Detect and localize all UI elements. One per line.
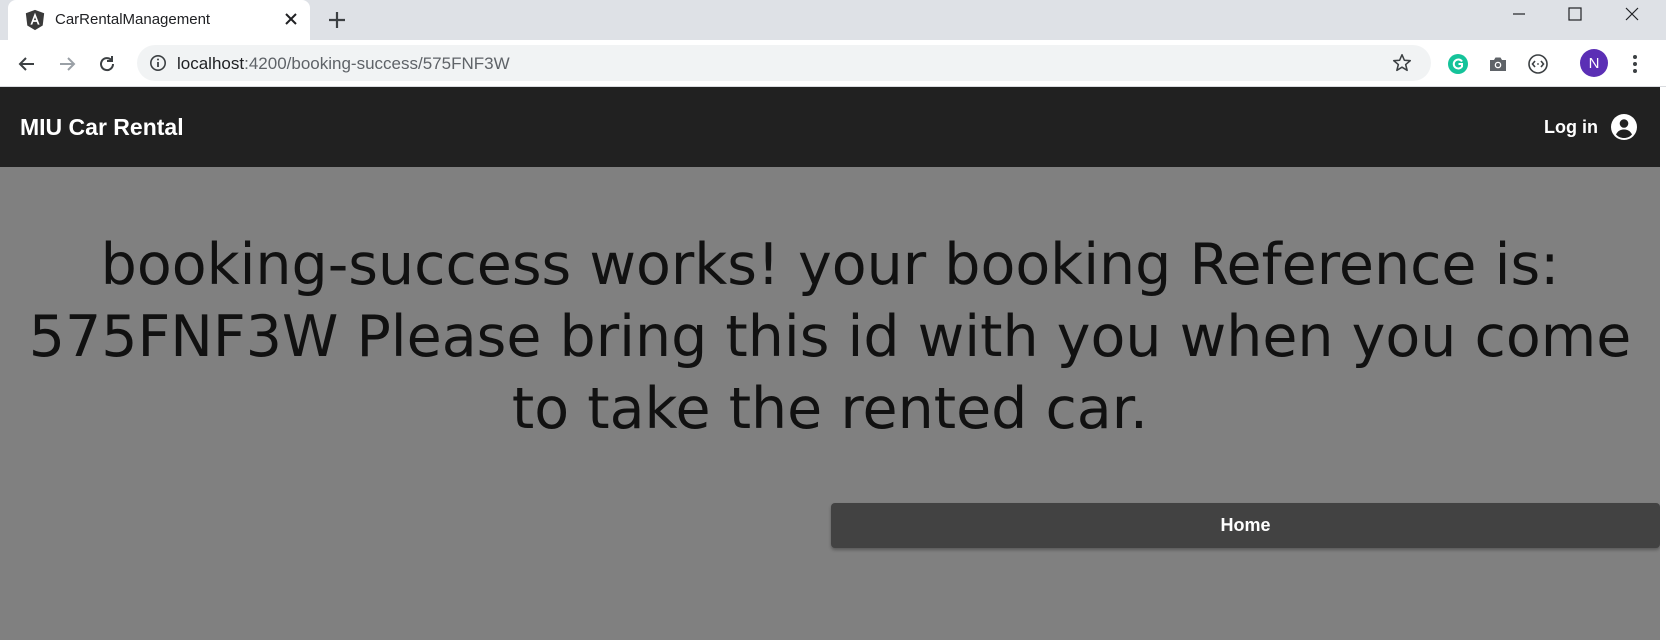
close-icon[interactable] <box>280 8 302 30</box>
window-close-icon <box>1625 7 1639 21</box>
account-circle-icon[interactable] <box>1610 113 1638 141</box>
minimize-button[interactable] <box>1491 0 1547 28</box>
app-title[interactable]: MIU Car Rental <box>20 114 184 141</box>
window-edge <box>1660 87 1666 640</box>
profile-avatar[interactable]: N <box>1580 49 1608 77</box>
grammarly-extension[interactable] <box>1446 52 1470 76</box>
address-bar[interactable]: localhost:4200/booking-success/575FNF3W <box>137 45 1431 81</box>
window-close-button[interactable] <box>1604 0 1660 28</box>
forward-button[interactable] <box>54 51 80 77</box>
url-host: localhost <box>177 54 245 73</box>
tab-title: CarRentalManagement <box>55 11 211 28</box>
browser-tabstrip: CarRentalManagement <box>0 0 1666 40</box>
forward-arrow-icon <box>60 57 76 71</box>
main-content: booking-success works! your booking Refe… <box>0 167 1660 640</box>
kebab-menu-icon <box>1633 55 1637 73</box>
reload-button[interactable] <box>94 51 120 77</box>
code-icon <box>1528 54 1548 74</box>
minimize-icon <box>1513 13 1525 15</box>
browser-tab[interactable]: CarRentalManagement <box>8 0 310 40</box>
back-button[interactable] <box>14 51 40 77</box>
home-button[interactable]: Home <box>831 503 1660 548</box>
browser-menu-button[interactable] <box>1623 52 1647 76</box>
plus-icon[interactable] <box>325 8 349 32</box>
booking-success-message: booking-success works! your booking Refe… <box>28 232 1632 442</box>
url-path: :4200/booking-success/575FNF3W <box>244 54 510 73</box>
code-extension[interactable] <box>1526 52 1550 76</box>
info-icon[interactable] <box>149 54 167 72</box>
app-header: MIU Car Rental Log in <box>0 87 1660 167</box>
reload-icon <box>100 56 115 72</box>
grammarly-icon <box>1448 54 1468 74</box>
camera-icon <box>1490 57 1506 71</box>
back-arrow-icon <box>18 57 34 71</box>
angular-icon <box>25 9 45 31</box>
camera-extension[interactable] <box>1486 52 1510 76</box>
browser-toolbar: localhost:4200/booking-success/575FNF3W … <box>0 40 1666 87</box>
maximize-button[interactable] <box>1547 0 1603 28</box>
login-button[interactable]: Log in <box>1544 117 1598 138</box>
star-icon[interactable] <box>1391 52 1413 74</box>
url-text: localhost:4200/booking-success/575FNF3W <box>177 54 510 74</box>
maximize-icon <box>1568 7 1582 21</box>
